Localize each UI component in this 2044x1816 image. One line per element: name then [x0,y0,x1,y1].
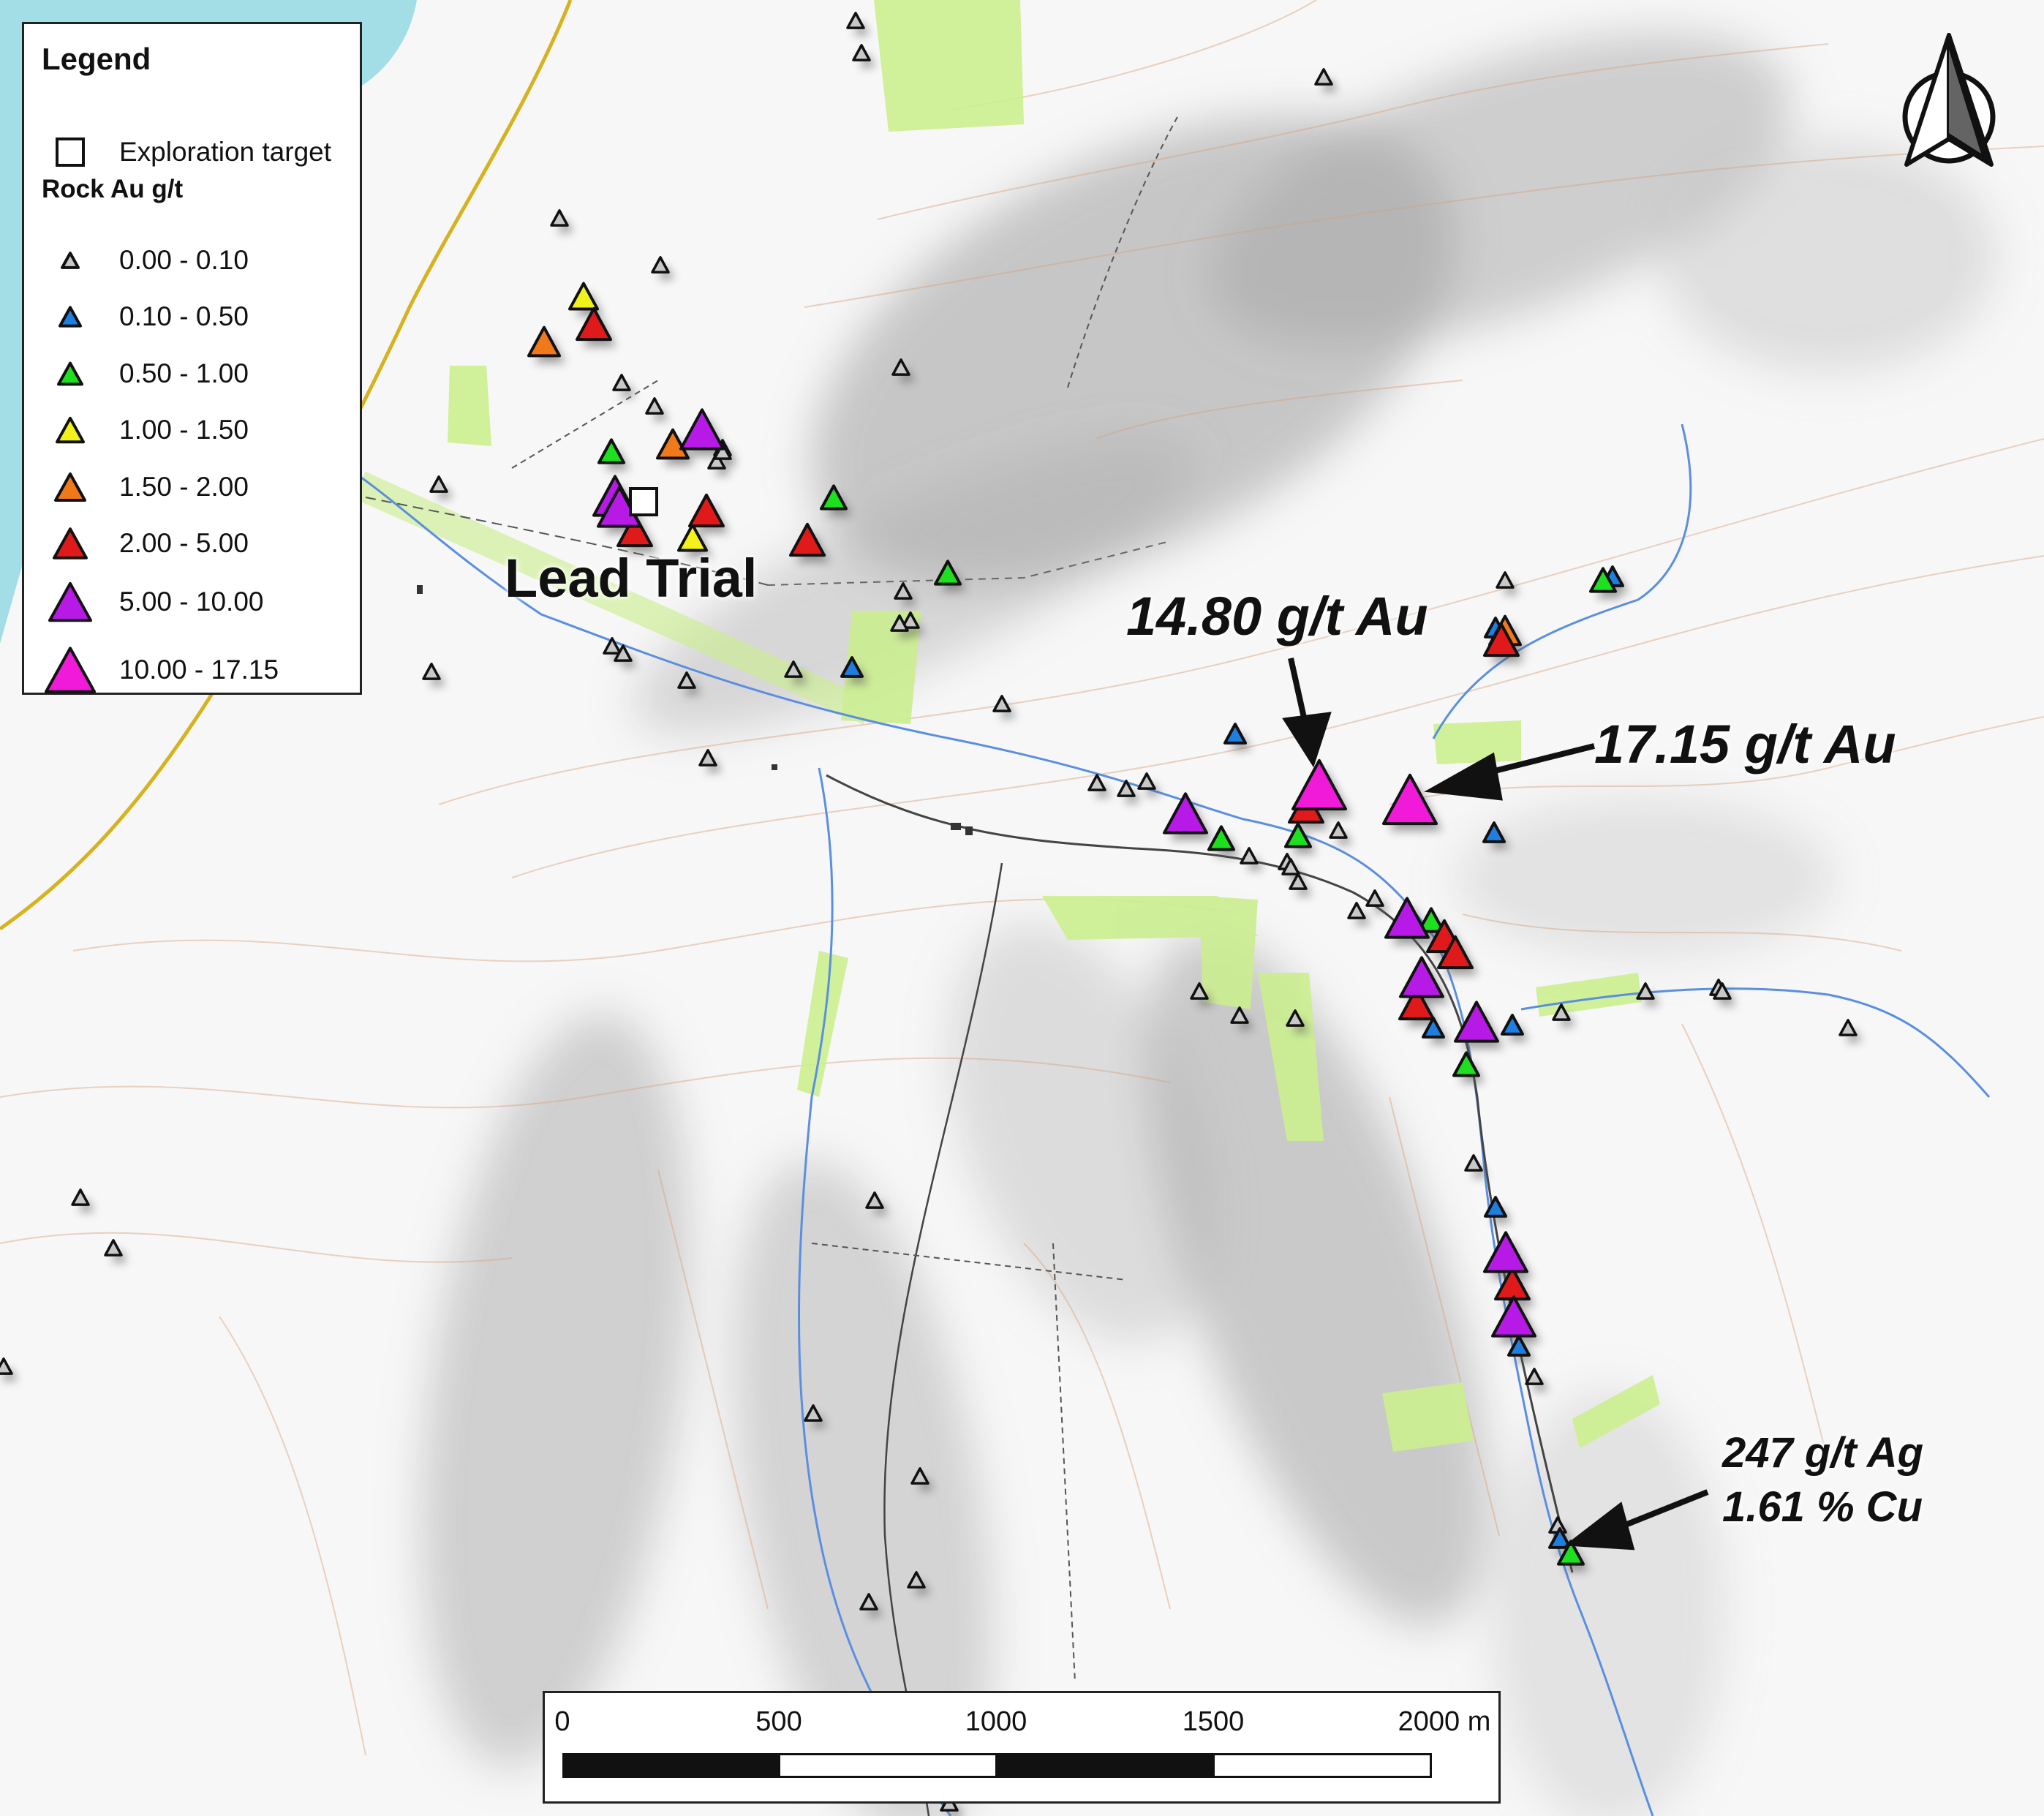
north-arrow-icon [1902,33,1996,167]
legend-label-class-6: 5.00 - 10.00 [119,587,264,617]
exploration-target-box[interactable] [629,487,658,516]
legend-row-class-5: 2.00 - 5.00 [24,516,360,571]
callout-14-80-au: 14.80 g/t Au [1126,586,1428,647]
triangle-icon [48,581,92,622]
scale-segment [1213,1753,1432,1778]
legend-label-class-5: 2.00 - 5.00 [119,528,249,558]
scale-label-1500: 1500 [1182,1706,1245,1737]
triangle-icon [45,647,96,693]
legend-row-class-3: 1.00 - 1.50 [24,402,360,458]
lead-trial-label: Lead Trial [505,548,758,609]
map-canvas[interactable]: Legend Exploration target Rock Au g/t 0.… [0,0,2044,1816]
scale-label-2000: 2000 m [1398,1706,1491,1737]
scale-label-1000: 1000 [965,1706,1027,1737]
scale-segment [778,1753,998,1778]
callout-cu-line: 1.61 % Cu [1722,1483,1923,1531]
callout-ag-line: 247 g/t Ag [1722,1429,1924,1477]
scale-bar: 0 500 1000 1500 2000 m [543,1691,1501,1804]
legend-panel: Legend Exploration target Rock Au g/t 0.… [22,22,362,695]
legend-row-class-6: 5.00 - 10.00 [24,574,360,630]
legend-label-class-7: 10.00 - 17.15 [119,655,279,685]
callout-ag-cu: 247 g/t Ag 1.61 % Cu [1722,1426,1923,1534]
legend-row-class-2: 0.50 - 1.00 [24,346,360,402]
legend-label-class-2: 0.50 - 1.00 [119,358,249,388]
legend-subtitle: Rock Au g/t [42,175,184,203]
legend-label-class-3: 1.00 - 1.50 [119,415,249,445]
legend-row-class-4: 1.50 - 2.00 [24,459,360,515]
legend-label-class-4: 1.50 - 2.00 [119,472,249,502]
legend-title: Legend [42,42,151,76]
callout-17-15-au: 17.15 g/t Au [1594,714,1896,775]
legend-label-class-0: 0.00 - 0.10 [119,245,249,275]
triangle-icon [57,361,83,386]
legend-row-class-1: 0.10 - 0.50 [24,289,360,344]
legend-label-class-1: 0.10 - 0.50 [119,301,249,331]
legend-row-class-7: 10.00 - 17.15 [24,642,360,698]
triangle-icon [54,472,86,502]
triangle-icon [53,527,88,560]
legend-row-exploration-target: Exploration target [24,130,360,174]
scale-label-500: 500 [755,1706,802,1737]
triangle-icon [56,416,85,444]
legend-row-class-0: 0.00 - 0.10 [24,233,360,288]
triangle-icon [59,306,82,328]
scale-segment [562,1753,780,1778]
triangle-icon [61,252,80,269]
scale-segment [995,1753,1215,1778]
legend-label-exploration-target: Exploration target [119,137,332,167]
scale-label-0: 0 [554,1706,570,1737]
square-outline-icon [56,137,85,167]
